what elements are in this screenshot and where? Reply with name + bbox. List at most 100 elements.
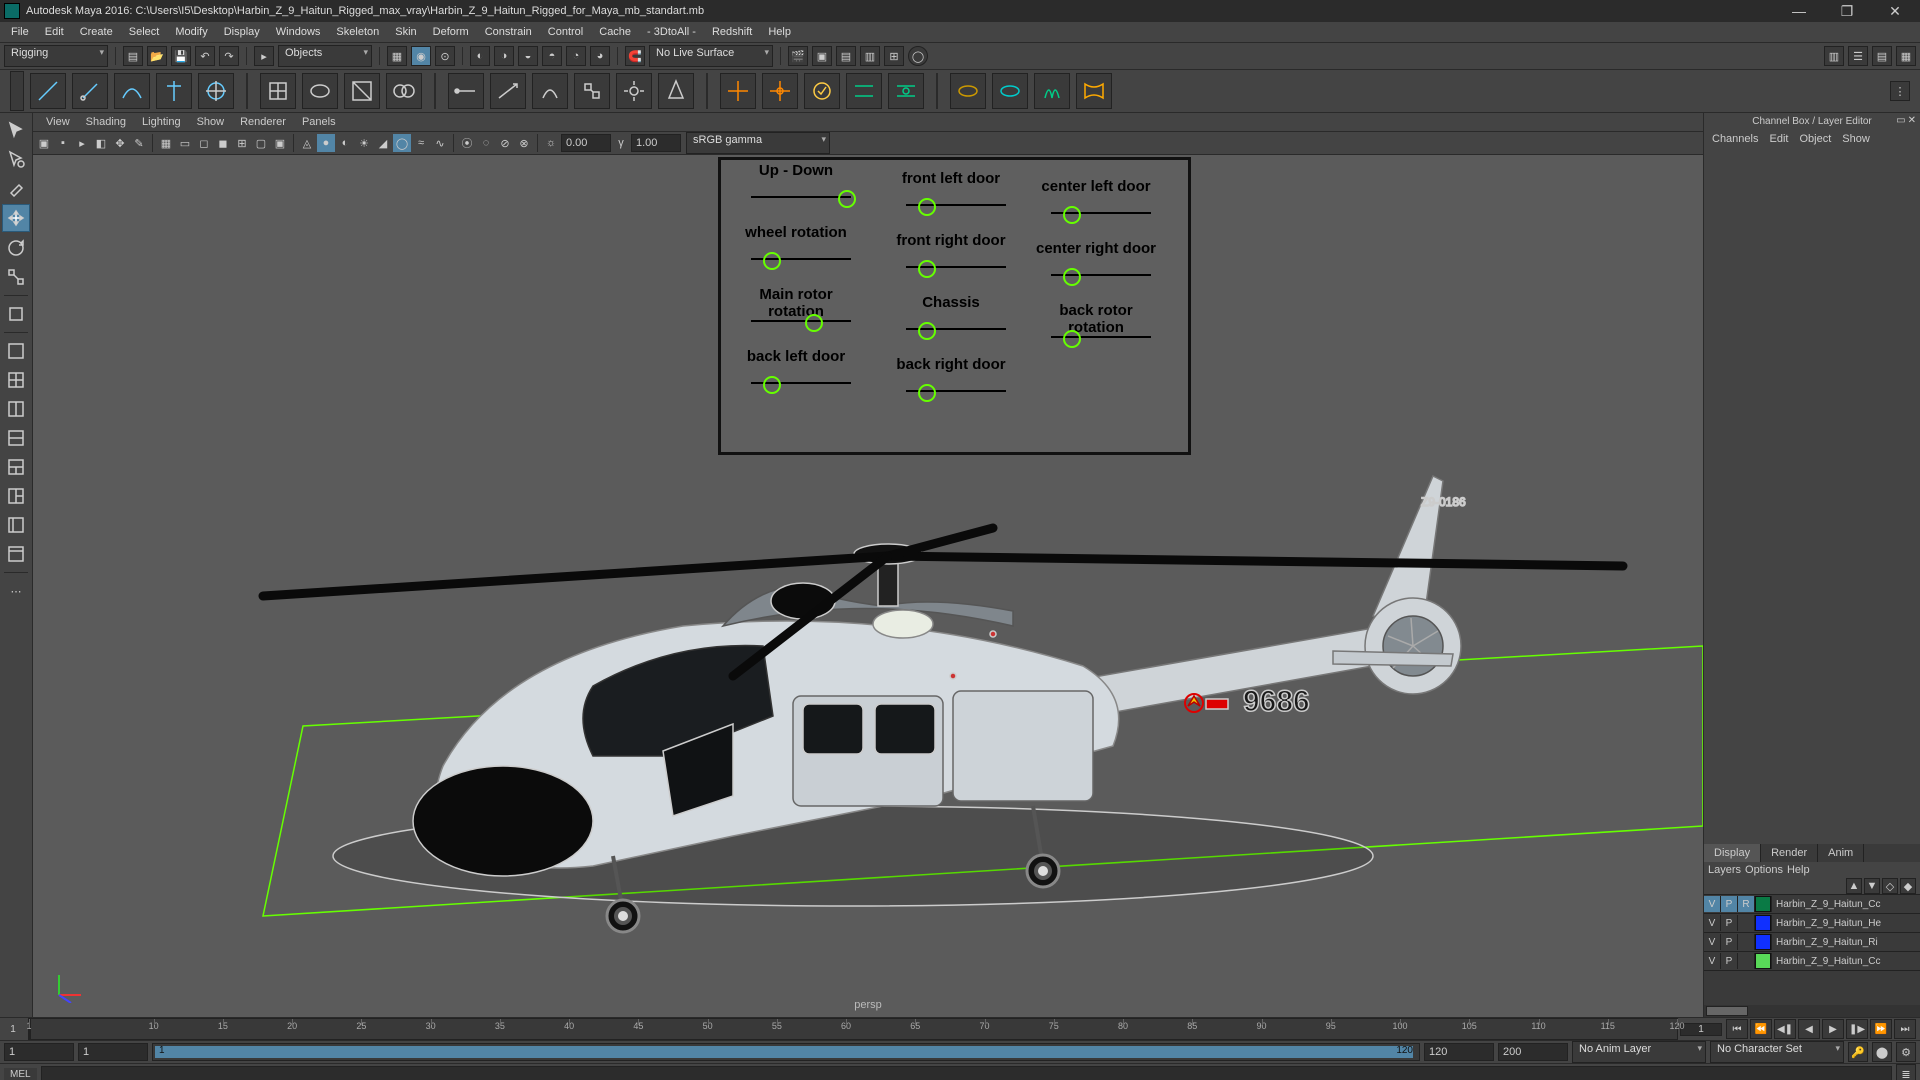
- layer-tab-anim[interactable]: Anim: [1818, 844, 1864, 862]
- live-surface[interactable]: No Live Surface: [649, 45, 773, 67]
- rig-handle[interactable]: [763, 252, 781, 270]
- wrap-icon[interactable]: [344, 73, 380, 109]
- current-frame-field[interactable]: 1: [1680, 1023, 1722, 1036]
- constraint-orient-icon[interactable]: [532, 73, 568, 109]
- rig-slider[interactable]: Main rotor rotation: [731, 286, 861, 350]
- range-inner-start-field[interactable]: [78, 1043, 148, 1061]
- blend-shape-icon[interactable]: [386, 73, 422, 109]
- set-driven-key-icon[interactable]: [804, 73, 840, 109]
- vp-exposure-field[interactable]: [561, 134, 611, 152]
- layer-move-up-icon[interactable]: ▲: [1846, 878, 1862, 894]
- step-fwd-key-icon[interactable]: ⏩: [1870, 1019, 1892, 1039]
- snap-curve-icon[interactable]: ◉: [411, 46, 431, 66]
- constraint-parent-icon[interactable]: [574, 73, 610, 109]
- history-d-icon[interactable]: ◔: [566, 46, 586, 66]
- vp-wireframe-icon[interactable]: ◬: [298, 134, 316, 152]
- go-start-icon[interactable]: ⏮: [1726, 1019, 1748, 1039]
- layer-new-selected-icon[interactable]: ◆: [1900, 878, 1916, 894]
- outliner-layout-icon[interactable]: [3, 512, 29, 538]
- save-scene-icon[interactable]: 💾: [171, 46, 191, 66]
- vp-menu-show[interactable]: Show: [190, 115, 232, 129]
- vp-safe-action-icon[interactable]: ▢: [252, 134, 270, 152]
- command-input[interactable]: [41, 1066, 1892, 1080]
- viewport[interactable]: Z9-0186: [33, 155, 1703, 1017]
- persp-layout-icon[interactable]: [3, 541, 29, 567]
- vp-isolate-icon[interactable]: ⦿: [458, 134, 476, 152]
- undo-icon[interactable]: ↶: [195, 46, 215, 66]
- vp-safe-title-icon[interactable]: ▣: [271, 134, 289, 152]
- rig-slider[interactable]: back left door: [731, 348, 861, 412]
- three-pane-b-icon[interactable]: [3, 483, 29, 509]
- last-tool-icon[interactable]: [3, 301, 29, 327]
- play-back-icon[interactable]: ◀: [1798, 1019, 1820, 1039]
- cb-tab-object[interactable]: Object: [1795, 132, 1835, 146]
- layer-row[interactable]: VPHarbin_Z_9_Haitun_He: [1704, 914, 1920, 933]
- vp-2d-pan-icon[interactable]: ✥: [111, 134, 129, 152]
- layer-p-toggle[interactable]: P: [1721, 953, 1738, 969]
- panel-layout-a-icon[interactable]: ▥: [1824, 46, 1844, 66]
- vp-menu-lighting[interactable]: Lighting: [135, 115, 188, 129]
- muscle-b-icon[interactable]: [992, 73, 1028, 109]
- vp-menu-shading[interactable]: Shading: [79, 115, 133, 129]
- nhair-icon[interactable]: [1034, 73, 1070, 109]
- layer-move-down-icon[interactable]: ▼: [1864, 878, 1880, 894]
- select-tool-icon[interactable]: [3, 117, 29, 143]
- cluster-icon[interactable]: [302, 73, 338, 109]
- vp-grid-icon[interactable]: ▦: [157, 134, 175, 152]
- render-globals-icon[interactable]: ⊞: [884, 46, 904, 66]
- rig-slider[interactable]: Up - Down: [731, 162, 861, 226]
- rig-slider[interactable]: back rotor rotation: [1031, 302, 1161, 366]
- rig-slider[interactable]: Chassis: [886, 294, 1016, 358]
- vp-shaded-icon[interactable]: ●: [317, 134, 335, 152]
- layer-tab-render[interactable]: Render: [1761, 844, 1818, 862]
- rig-handle[interactable]: [918, 384, 936, 402]
- layer-v-toggle[interactable]: V: [1704, 896, 1721, 912]
- menu-file[interactable]: File: [4, 24, 36, 40]
- vp-menu-view[interactable]: View: [39, 115, 77, 129]
- close-panel-icon[interactable]: ✕: [1908, 115, 1916, 126]
- layer-color-swatch[interactable]: [1755, 934, 1771, 950]
- vp-bookmark-icon[interactable]: ▸: [73, 134, 91, 152]
- rig-slider[interactable]: front right door: [886, 232, 1016, 296]
- layer-row[interactable]: VPRHarbin_Z_9_Haitun_Cc: [1704, 895, 1920, 914]
- step-back-key-icon[interactable]: ⏪: [1750, 1019, 1772, 1039]
- hypershade-icon[interactable]: ◯: [908, 46, 928, 66]
- menu-control[interactable]: Control: [541, 24, 590, 40]
- vp-xray-joint-icon[interactable]: ⊘: [496, 134, 514, 152]
- shelf-tab-handle[interactable]: [10, 71, 24, 111]
- script-editor-icon[interactable]: ≣: [1896, 1064, 1916, 1080]
- ipr-render-icon[interactable]: ▣: [812, 46, 832, 66]
- vp-gate-mask-icon[interactable]: ◼: [214, 134, 232, 152]
- rig-slider[interactable]: front left door: [886, 170, 1016, 234]
- anim-layer-selector[interactable]: No Anim Layer: [1572, 1041, 1706, 1063]
- menu-skeleton[interactable]: Skeleton: [329, 24, 386, 40]
- menu-windows[interactable]: Windows: [269, 24, 328, 40]
- muscle-a-icon[interactable]: [950, 73, 986, 109]
- time-track[interactable]: 1101520253035404550556065707580859095100…: [28, 1018, 1678, 1040]
- range-start-field[interactable]: [4, 1043, 74, 1061]
- rig-handle[interactable]: [838, 190, 856, 208]
- layer-v-toggle[interactable]: V: [1704, 915, 1721, 931]
- rig-handle[interactable]: [763, 376, 781, 394]
- create-control-icon[interactable]: [762, 73, 798, 109]
- render-frame-icon[interactable]: 🎬: [788, 46, 808, 66]
- paint-weights-icon[interactable]: [198, 73, 234, 109]
- auto-key-icon[interactable]: 🔑: [1848, 1042, 1868, 1062]
- vp-xray-icon[interactable]: ◌: [477, 134, 495, 152]
- layer-r-toggle[interactable]: [1738, 934, 1755, 950]
- workspace-selector[interactable]: Rigging: [4, 45, 108, 67]
- history-b-icon[interactable]: ◒: [518, 46, 538, 66]
- layer-p-toggle[interactable]: P: [1721, 915, 1738, 931]
- rig-handle[interactable]: [1063, 268, 1081, 286]
- history-c-icon[interactable]: ◓: [542, 46, 562, 66]
- rig-slider[interactable]: center left door: [1031, 178, 1161, 242]
- rig-slider[interactable]: wheel rotation: [731, 224, 861, 288]
- layer-row[interactable]: VPHarbin_Z_9_Haitun_Ri: [1704, 933, 1920, 952]
- menu-skin[interactable]: Skin: [388, 24, 423, 40]
- layer-menu-layers[interactable]: Layers: [1708, 864, 1741, 876]
- menu-modify[interactable]: Modify: [168, 24, 214, 40]
- rig-slider[interactable]: back right door: [886, 356, 1016, 420]
- go-end-icon[interactable]: ⏭: [1894, 1019, 1916, 1039]
- vp-lights-icon[interactable]: ☀: [355, 134, 373, 152]
- vp-aa-icon[interactable]: ∿: [431, 134, 449, 152]
